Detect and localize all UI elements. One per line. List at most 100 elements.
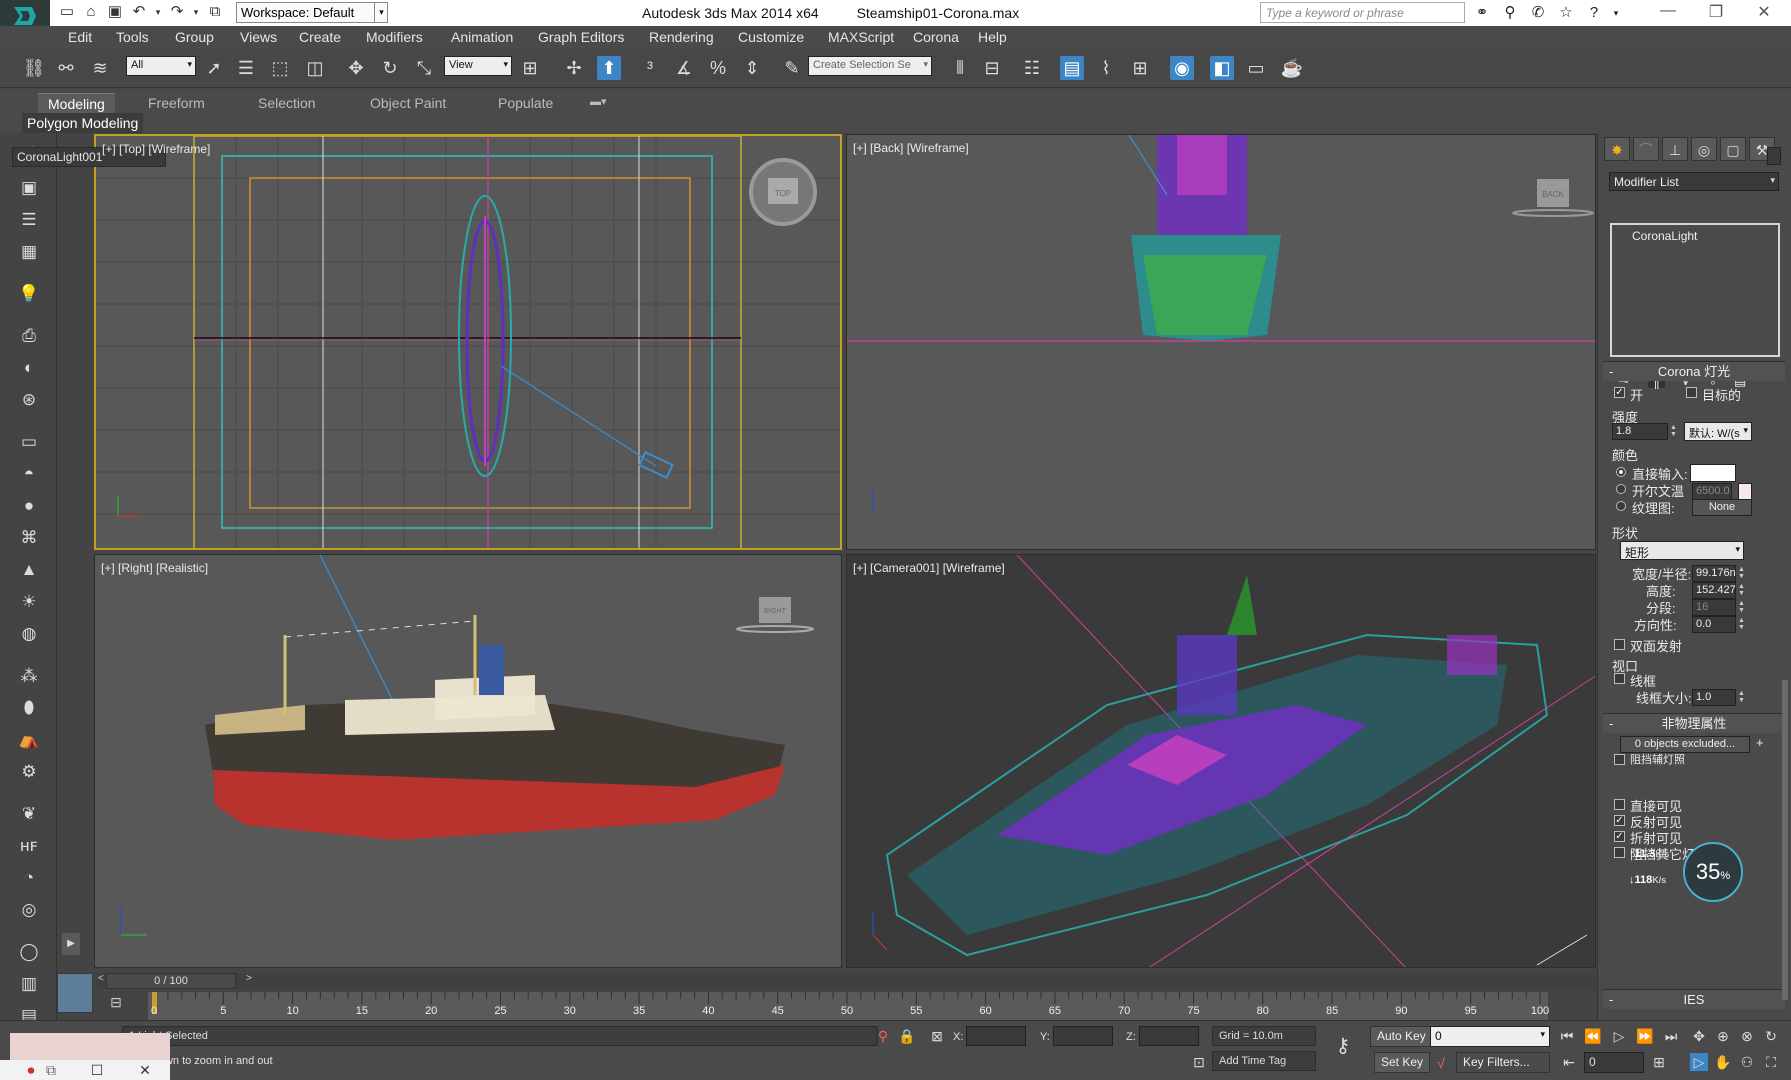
bind-space-warp-icon[interactable]: ≋: [88, 56, 112, 80]
intensity-input[interactable]: 1.8: [1612, 423, 1668, 440]
particles-icon[interactable]: ⁂: [16, 665, 42, 687]
modify-tab-icon[interactable]: ⌒: [1633, 137, 1659, 161]
batch-icon[interactable]: ▥: [16, 973, 42, 995]
direct-input-radio[interactable]: [1616, 467, 1626, 477]
snaps-toggle-icon[interactable]: ³: [638, 56, 662, 80]
tent-icon[interactable]: ⛺: [16, 729, 42, 751]
viewport-back[interactable]: [+] [Back] [Wireframe] BACK: [846, 134, 1596, 550]
redo-icon[interactable]: ↷: [168, 3, 186, 21]
select-by-name-icon[interactable]: ☰: [234, 56, 258, 80]
zoom-icon[interactable]: ⊕: [1714, 1027, 1732, 1045]
segments-input[interactable]: 16: [1692, 599, 1736, 616]
intensity-unit-dropdown[interactable]: 默认: W/(s ▾: [1684, 422, 1752, 441]
visible-reflect-checkbox[interactable]: ✓: [1614, 815, 1625, 826]
viewcube-top[interactable]: TOP: [775, 189, 791, 198]
tab-freeform[interactable]: Freeform: [138, 93, 215, 113]
record-icon[interactable]: ⏺: [22, 1061, 40, 1079]
help-dropdown-icon[interactable]: ▾: [1612, 3, 1620, 23]
angle-snap-icon[interactable]: ∡: [672, 56, 696, 80]
communication-center-icon[interactable]: ✆: [1528, 3, 1548, 23]
viewcube-back[interactable]: BACK: [1542, 190, 1564, 199]
modifier-stack-item[interactable]: CoronaLight: [1632, 229, 1697, 243]
named-selection-set-dropdown[interactable]: Create Selection Se ▾: [808, 56, 932, 76]
layer-manager-icon[interactable]: ☷: [1020, 56, 1044, 80]
menu-views[interactable]: Views: [240, 29, 277, 45]
intensity-spinner-icon[interactable]: ▲ ▼: [1670, 424, 1677, 438]
menu-help[interactable]: Help: [978, 29, 1007, 45]
targeted-checkbox[interactable]: [1686, 387, 1697, 398]
workspace-selector[interactable]: Workspace: Default: [236, 2, 388, 23]
move-icon[interactable]: ✥: [344, 56, 368, 80]
menu-customize[interactable]: Customize: [738, 29, 804, 45]
occlude-partial-checkbox[interactable]: [1614, 754, 1625, 765]
menu-edit[interactable]: Edit: [68, 29, 92, 45]
key-mode-icon[interactable]: ⇤: [1560, 1053, 1578, 1071]
square-icon[interactable]: ☐: [88, 1061, 106, 1079]
edit-named-selection-icon[interactable]: ✎: [780, 56, 804, 80]
time-slider-thumb[interactable]: 0 / 100: [106, 973, 236, 989]
light-on-checkbox[interactable]: ✓: [1614, 387, 1625, 398]
select-manipulate-icon[interactable]: ✢: [562, 56, 586, 80]
texmap-radio[interactable]: [1616, 501, 1626, 511]
selection-lock-icon[interactable]: 🔒: [898, 1027, 916, 1045]
viewport-back-label[interactable]: [+] [Back] [Wireframe]: [853, 141, 969, 155]
menu-corona[interactable]: Corona: [913, 29, 959, 45]
binoculars-icon[interactable]: ⚭: [1472, 3, 1492, 23]
height-input[interactable]: 152.427: [1692, 582, 1736, 599]
directionality-input[interactable]: 0.0: [1692, 616, 1736, 633]
light-bulb-icon[interactable]: 💡: [16, 283, 42, 305]
redo-dropdown-icon[interactable]: ▾: [192, 3, 200, 21]
favorites-star-icon[interactable]: ☆: [1556, 3, 1576, 23]
menu-create[interactable]: Create: [299, 29, 341, 45]
add-exclude-icon[interactable]: +: [1756, 735, 1764, 750]
kelvin-input[interactable]: 6500.0: [1692, 483, 1732, 500]
tab-object-paint[interactable]: Object Paint: [360, 93, 456, 113]
align-icon[interactable]: ⊟: [980, 56, 1004, 80]
shell-icon[interactable]: ◔: [16, 867, 42, 889]
viewcube-right[interactable]: RIGHT: [764, 608, 787, 615]
y-coordinate-input[interactable]: [1053, 1026, 1113, 1046]
menu-graph-editors[interactable]: Graph Editors: [538, 29, 624, 45]
camera-icon[interactable]: ⎙: [16, 325, 42, 347]
wire-size-spinner-icon[interactable]: ▲ ▼: [1738, 690, 1745, 704]
sun-icon[interactable]: ☀: [16, 591, 42, 613]
render-production-icon[interactable]: ☕: [1280, 56, 1304, 80]
texmap-button[interactable]: None: [1692, 499, 1752, 516]
viewport-layout-button[interactable]: [57, 973, 93, 1013]
render-icon[interactable]: ▣: [16, 177, 42, 199]
set-key-curve-icon[interactable]: √: [1432, 1054, 1450, 1072]
undo-icon[interactable]: ↶: [130, 3, 148, 21]
schematic-view-icon[interactable]: ⊞: [1128, 56, 1152, 80]
select-and-link-icon[interactable]: ⛓: [22, 56, 46, 80]
close-overlay-icon[interactable]: ✕: [136, 1061, 154, 1079]
tab-selection[interactable]: Selection: [248, 93, 326, 113]
object-color-swatch[interactable]: [1767, 147, 1781, 165]
segments-spinner-icon[interactable]: ▲ ▼: [1738, 600, 1745, 614]
visible-direct-checkbox[interactable]: [1614, 799, 1625, 810]
rollout-corona-light-header[interactable]: - Corona 灯光: [1603, 361, 1785, 381]
next-frame-icon[interactable]: ⏩: [1636, 1027, 1654, 1045]
minimize-button[interactable]: —: [1648, 2, 1688, 20]
ribbon-options-icon[interactable]: ▬▾: [580, 93, 617, 110]
previous-frame-icon[interactable]: ⏪: [1584, 1027, 1602, 1045]
viewport-right[interactable]: [+] [Right] [Realistic] RIGHT: [94, 554, 842, 968]
save-file-icon[interactable]: ▣: [106, 3, 124, 21]
orbit-icon[interactable]: ◐: [16, 357, 42, 379]
menu-animation[interactable]: Animation: [451, 29, 513, 45]
viewport-top[interactable]: [+] [Top] [Wireframe] TOP: [94, 134, 842, 550]
render-setup-icon[interactable]: ◧: [1210, 56, 1234, 80]
rollout-ies-header[interactable]: - IES: [1603, 989, 1785, 1009]
scale-icon[interactable]: ⤡: [412, 56, 436, 80]
ribbon-polygon-modeling-panel[interactable]: Polygon Modeling: [22, 113, 144, 133]
expand-arrow-icon[interactable]: ▶: [62, 933, 80, 955]
motion-tab-icon[interactable]: ◎: [1691, 137, 1717, 161]
cone-icon[interactable]: ▲: [16, 559, 42, 581]
viewport-right-label[interactable]: [+] [Right] [Realistic]: [101, 561, 208, 575]
selected-key-dropdown[interactable]: 0 ▾: [1430, 1026, 1550, 1047]
pan-view-icon[interactable]: ✥: [1690, 1027, 1708, 1045]
close-button[interactable]: ✕: [1744, 2, 1784, 22]
open-file-icon[interactable]: ⌂: [82, 3, 100, 21]
absolute-mode-icon[interactable]: ⊠: [928, 1027, 946, 1045]
menu-maxscript[interactable]: MAXScript: [828, 29, 894, 45]
track-bar[interactable]: 0 5 10 15 20 25 30 35 40 45 50 55 60 65 70 75 80 85 90 95 10…: [148, 992, 1549, 1020]
